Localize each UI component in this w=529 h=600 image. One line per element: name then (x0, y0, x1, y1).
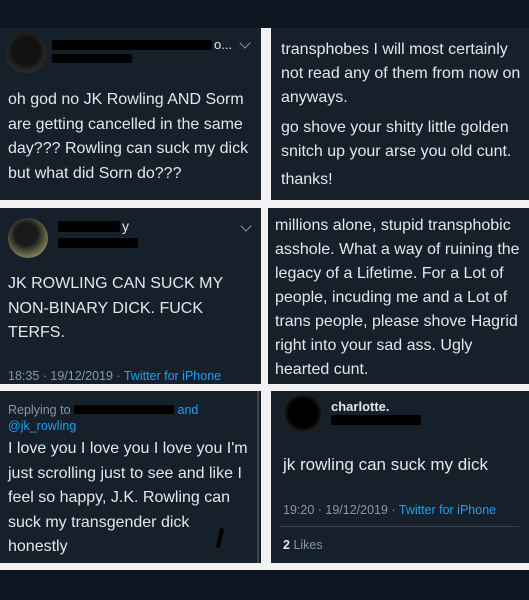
tweet-text-line: millions alone, stupid transphobic (275, 217, 511, 234)
scrollbar[interactable] (257, 391, 259, 563)
redacted-name (58, 221, 120, 232)
tweet-text-line: thanks! (281, 171, 333, 188)
name-fragment: y (122, 218, 129, 234)
source-link[interactable]: Twitter for iPhone (399, 503, 496, 517)
redacted-name (52, 40, 212, 50)
source-link[interactable]: Twitter for iPhone (124, 369, 221, 383)
tweet-text-line: go shove your shitty little golden (281, 119, 509, 136)
avatar[interactable] (8, 218, 48, 258)
likes-label: Likes (293, 538, 323, 552)
tweet-text-line: trans people, please shove Hagrid (275, 313, 518, 330)
tweet-text: I love you I love you I love you I'm jus… (8, 440, 248, 555)
tweet-text-line: right into your sad ass. Ugly (275, 337, 473, 354)
tweet-card-2[interactable]: transphobes I will most certainly not re… (271, 28, 529, 200)
tweet-text-line: anyways. (281, 89, 348, 106)
avatar[interactable] (283, 393, 323, 433)
redacted-handle (58, 238, 138, 248)
tweet-text-line: snitch up your arse you old cunt. (281, 143, 512, 160)
replying-handle-line: @jk_rowling (8, 419, 76, 433)
replying-prefix: Replying to (8, 403, 71, 417)
tweet-text-line: transphobes I will most certainly (281, 41, 508, 58)
replying-and[interactable]: and (178, 403, 199, 417)
chevron-down-icon[interactable] (240, 220, 252, 232)
redacted-handle (331, 415, 421, 425)
likes-count-row[interactable]: 2 Likes (283, 538, 323, 552)
divider (279, 526, 519, 527)
tweet-text-line: legacy of a Lifetime. For a Lot of (275, 265, 504, 282)
tweet-text: JK ROWLING CAN SUCK MY NON-BINARY DICK. … (8, 275, 223, 341)
chevron-down-icon[interactable] (239, 37, 251, 49)
tweet-timestamp: 19:20 · 19/12/2019 · Twitter for iPhone (283, 503, 496, 517)
bottom-dark-strip (0, 570, 529, 600)
tweet-card-5[interactable]: Replying to and @jk_rowling I love you I… (0, 391, 261, 563)
jk-rowling-mention[interactable]: @jk_rowling (8, 419, 76, 433)
tweet-text-line: hearted cunt. (275, 361, 369, 378)
tweet-text: jk rowling can suck my dick (283, 455, 489, 474)
replying-to: Replying to and (8, 403, 198, 417)
tweet-card-1[interactable]: o... oh god no JK Rowling AND Sorm are g… (0, 28, 261, 200)
redacted-users (74, 405, 175, 414)
likes-count: 2 (283, 538, 290, 552)
tweet-text-line: asshole. What a way of ruining the (275, 241, 520, 258)
tweet-text: oh god no JK Rowling AND Sorm are gettin… (8, 91, 249, 182)
tweet-card-3[interactable]: y JK ROWLING CAN SUCK MY NON-BINARY DICK… (0, 208, 261, 384)
tweet-timestamp: 18:35 · 19/12/2019 · Twitter for iPhone (8, 369, 221, 383)
tweet-card-6[interactable]: charlotte. jk rowling can suck my dick 1… (271, 391, 529, 563)
timestamp: 19:20 · 19/12/2019 · (283, 503, 396, 517)
tweet-text-line: people, incuding me and a Lot of (275, 289, 508, 306)
timestamp: 18:35 · 19/12/2019 · (8, 369, 121, 383)
top-dark-strip (0, 0, 529, 28)
tweet-card-4[interactable]: millions alone, stupid transphobic assho… (268, 208, 529, 384)
tweet-text-line: not read any of them from now on (281, 65, 521, 82)
handle-suffix: o... (214, 37, 233, 52)
redacted-handle (52, 54, 132, 63)
avatar[interactable] (6, 33, 46, 73)
